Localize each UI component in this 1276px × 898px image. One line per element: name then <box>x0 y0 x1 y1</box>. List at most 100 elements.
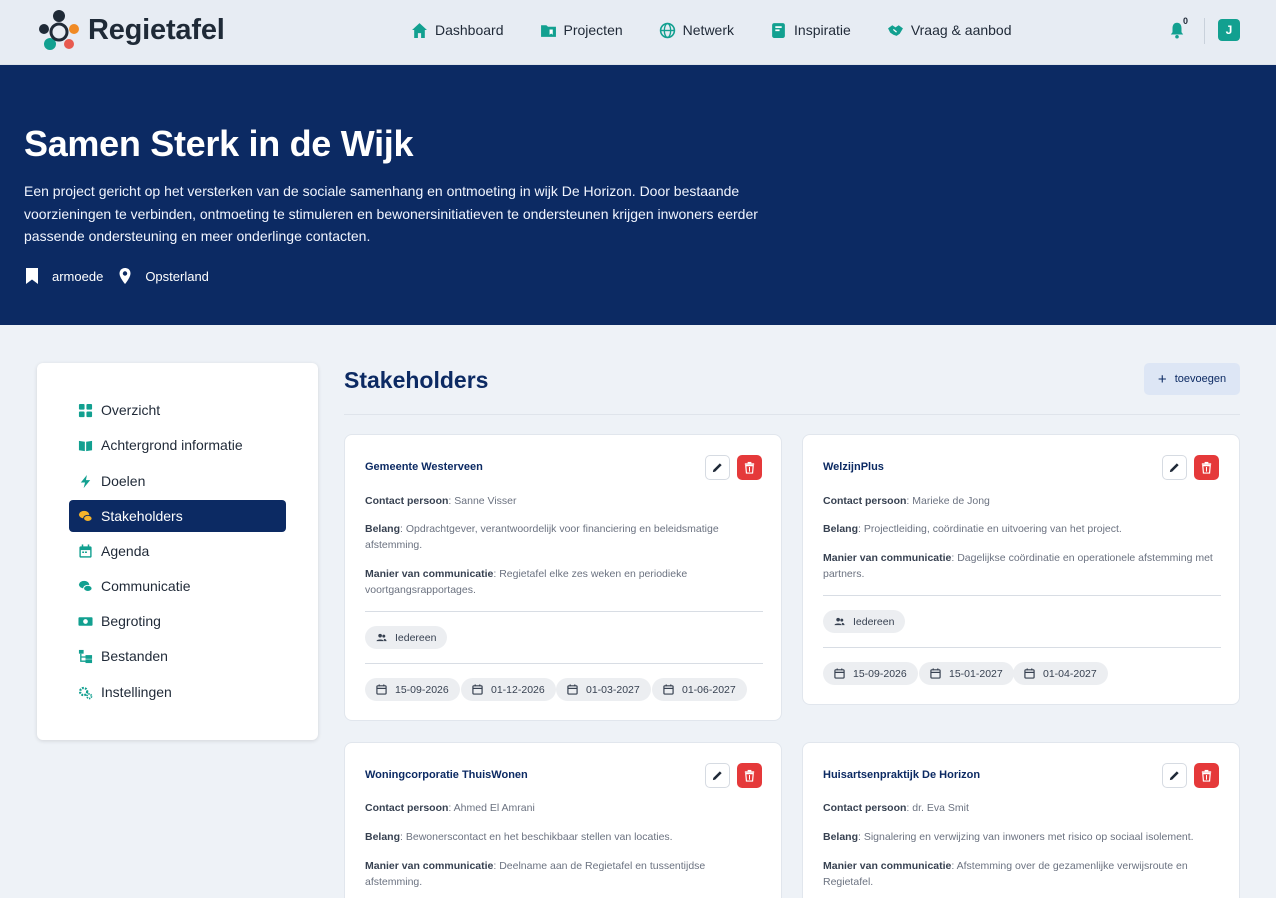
top-navbar: Regietafel Dashboard Projecten Netwerk I… <box>0 0 1276 65</box>
manier-label: Manier van communicatie <box>365 568 494 580</box>
card-divider <box>823 647 1221 648</box>
contact-field: Contact persoon: Sanne Visser <box>365 493 763 509</box>
logo-icon <box>39 10 79 50</box>
sidebar-item-label: Achtergrond informatie <box>101 437 243 453</box>
trash-icon <box>1201 769 1212 782</box>
brand-logo[interactable]: Regietafel <box>36 8 225 52</box>
sidebar-item-begroting[interactable]: Begroting <box>69 605 286 637</box>
bolt-icon <box>80 474 91 488</box>
manier-label: Manier van communicatie <box>823 860 952 872</box>
pencil-icon <box>712 463 722 473</box>
sidebar-item-achtergrond[interactable]: Achtergrond informatie <box>69 429 286 461</box>
nav-inspiratie[interactable]: Inspiratie <box>770 20 851 40</box>
cogs-icon <box>78 686 93 699</box>
manier-field: Manier van communicatie: Deelname aan de… <box>365 858 763 890</box>
belang-value: : Opdrachtgever, verantwoordelijk voor f… <box>365 523 719 551</box>
audience-badge: Iedereen <box>365 626 448 649</box>
nav-netwerk-label: Netwerk <box>682 22 735 38</box>
stakeholder-name: Woningcorporatie ThuisWonen <box>365 769 528 781</box>
trash-icon <box>1201 461 1212 474</box>
title-divider <box>344 414 1240 415</box>
nav-projecten[interactable]: Projecten <box>540 20 623 40</box>
nav-dashboard[interactable]: Dashboard <box>411 20 504 40</box>
pencil-icon <box>712 771 722 781</box>
project-title: Samen Sterk in de Wijk <box>24 123 414 164</box>
home-icon <box>412 22 427 38</box>
trash-icon <box>744 769 755 782</box>
belang-label: Belang <box>365 831 401 843</box>
chat-bubbles-icon <box>78 510 93 522</box>
grid-icon <box>78 403 93 417</box>
open-book-icon <box>78 440 93 451</box>
delete-button[interactable] <box>1194 763 1219 788</box>
edit-button[interactable] <box>1162 455 1187 480</box>
audience-badge: Iedereen <box>823 610 906 633</box>
calendar-icon <box>79 543 92 558</box>
project-location: Opsterland <box>145 268 209 284</box>
manier-field: Manier van communicatie: Regietafel elke… <box>365 566 763 598</box>
sidebar-item-agenda[interactable]: Agenda <box>69 535 286 567</box>
sidebar-item-label: Agenda <box>101 543 150 559</box>
calendar-icon <box>834 668 845 679</box>
nav-netwerk[interactable]: Netwerk <box>659 20 734 40</box>
plus-icon: + <box>1157 370 1167 388</box>
edit-button[interactable] <box>705 763 730 788</box>
delete-button[interactable] <box>737 455 762 480</box>
nav-dashboard-label: Dashboard <box>435 22 504 38</box>
sidebar-item-label: Overzicht <box>101 402 161 418</box>
stakeholder-name: WelzijnPlus <box>823 461 884 473</box>
belang-field: Belang: Projectleiding, coördinatie en u… <box>823 521 1221 537</box>
sidebar-item-communicatie[interactable]: Communicatie <box>69 570 286 602</box>
sidebar-item-stakeholders[interactable]: Stakeholders <box>69 500 286 532</box>
nav-inspiratie-label: Inspiratie <box>794 22 851 38</box>
notification-count: 0 <box>1183 16 1189 26</box>
date-chip: 01-03-2027 <box>556 678 651 701</box>
add-button-label: toevoegen <box>1174 373 1227 385</box>
globe-icon <box>659 22 675 38</box>
belang-value: : Projectleiding, coördinatie en uitvoer… <box>858 523 1122 535</box>
comments-icon <box>78 580 93 592</box>
delete-button[interactable] <box>1194 455 1219 480</box>
contact-label: Contact persoon <box>823 495 907 507</box>
manier-label: Manier van communicatie <box>823 552 952 564</box>
belang-field: Belang: Signalering en verwijzing van in… <box>823 829 1221 845</box>
stakeholder-card: Woningcorporatie ThuisWonen Contact pers… <box>344 742 782 898</box>
manier-field: Manier van communicatie: Afstemming over… <box>823 858 1221 890</box>
belang-value: : Bewonerscontact en het beschikbaar ste… <box>400 831 673 843</box>
sidebar-item-overzicht[interactable]: Overzicht <box>69 394 286 426</box>
card-divider <box>365 663 763 664</box>
project-hero: Samen Sterk in de Wijk Een project geric… <box>0 65 1276 325</box>
date-value: 01-12-2026 <box>491 683 545 696</box>
calendar-icon <box>472 684 483 695</box>
contact-field: Contact persoon: dr. Eva Smit <box>823 800 1221 816</box>
sidebar-item-doelen[interactable]: Doelen <box>69 465 286 497</box>
bookmark-icon <box>26 268 38 284</box>
belang-field: Belang: Bewonerscontact en het beschikba… <box>365 829 763 845</box>
folder-tree-icon <box>78 649 93 663</box>
contact-label: Contact persoon <box>365 495 449 507</box>
contact-value: : Sanne Visser <box>448 495 517 507</box>
manier-field: Manier van communicatie: Dagelijkse coör… <box>823 550 1221 582</box>
edit-button[interactable] <box>705 455 730 480</box>
contact-field: Contact persoon: Ahmed El Amrani <box>365 800 763 816</box>
card-divider <box>823 595 1221 596</box>
page-title: Stakeholders <box>344 367 489 393</box>
delete-button[interactable] <box>737 763 762 788</box>
user-avatar[interactable]: J <box>1218 19 1240 41</box>
nav-vraag-aanbod[interactable]: Vraag & aanbod <box>887 20 1012 40</box>
edit-button[interactable] <box>1162 763 1187 788</box>
date-value: 15-09-2026 <box>853 667 907 680</box>
contact-value: : Ahmed El Amrani <box>448 802 535 814</box>
date-value: 15-01-2027 <box>949 667 1003 680</box>
date-chip: 15-09-2026 <box>823 662 918 685</box>
book-icon <box>772 22 785 38</box>
date-value: 01-03-2027 <box>586 683 640 696</box>
add-stakeholder-button[interactable]: + toevoegen <box>1144 363 1240 395</box>
calendar-icon <box>1024 668 1035 679</box>
sidebar-item-instellingen[interactable]: Instellingen <box>69 676 286 708</box>
money-icon <box>78 616 93 626</box>
sidebar-item-bestanden[interactable]: Bestanden <box>69 640 286 672</box>
calendar-icon <box>567 684 578 695</box>
belang-label: Belang <box>365 523 401 535</box>
contact-field: Contact persoon: Marieke de Jong <box>823 493 1221 509</box>
